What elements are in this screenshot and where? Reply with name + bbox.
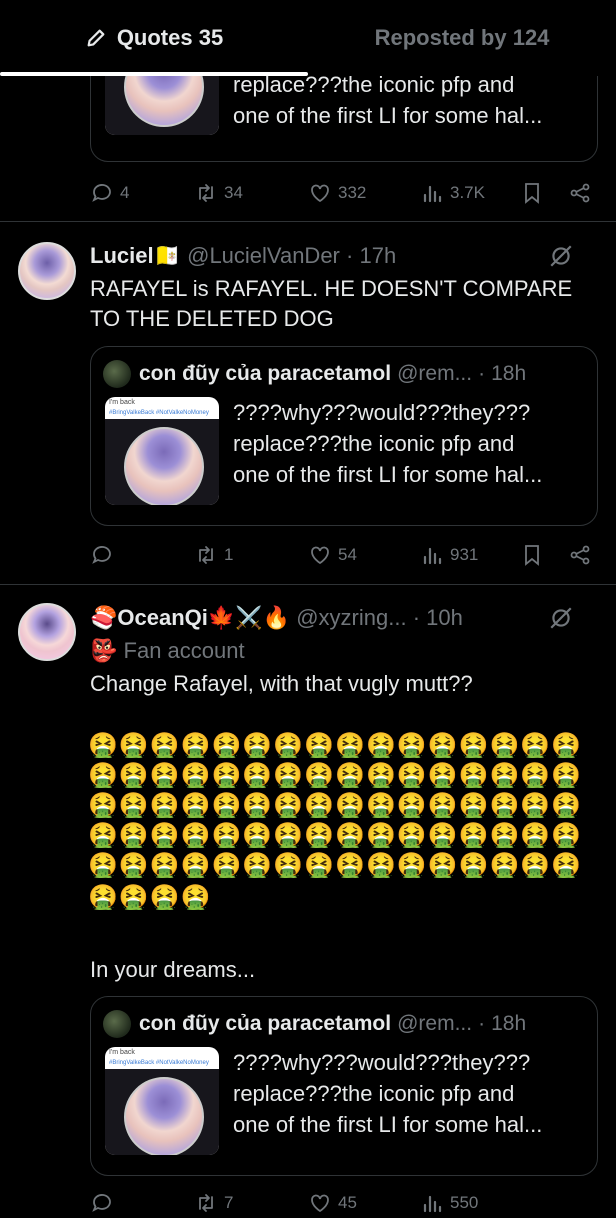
grok-icon[interactable] <box>548 243 574 269</box>
timestamp[interactable]: 17h <box>359 243 396 268</box>
bookmark-icon <box>525 545 539 566</box>
tab-reposted-label: Reposted by 124 <box>374 25 550 50</box>
mask-icon: 👺 <box>90 638 118 663</box>
tab-reposted-by[interactable]: Reposted by 124 <box>308 0 616 76</box>
like-button[interactable]: 54 <box>308 540 357 570</box>
reply-icon <box>92 546 111 564</box>
share-button[interactable] <box>568 178 598 208</box>
quoted-avatar <box>103 1010 131 1038</box>
tweet-actions: 4 34 332 3.7K <box>90 178 600 208</box>
repost-button[interactable]: 34 <box>194 178 243 208</box>
tab-quotes[interactable]: Quotes 35 <box>0 0 308 76</box>
quoted-tweet-card[interactable]: con đũy của paracetamol @rem... · 18h I'… <box>90 346 598 526</box>
views-button[interactable]: 931 <box>420 540 478 570</box>
timestamp[interactable]: 10h <box>426 605 463 630</box>
reply-button[interactable] <box>90 540 120 570</box>
repost-button[interactable]: 1 <box>194 540 233 570</box>
active-tab-indicator <box>0 72 308 76</box>
divider <box>0 584 616 585</box>
avatar[interactable] <box>18 242 76 300</box>
bookmark-icon <box>525 183 539 204</box>
bookmark-button[interactable] <box>520 178 550 208</box>
reply-icon <box>92 184 111 202</box>
views-button[interactable]: 3.7K <box>420 178 485 208</box>
reply-button[interactable]: 4 <box>90 178 129 208</box>
handle[interactable]: @LucielVanDer <box>187 243 340 268</box>
tweet-header: 🍣OceanQi🍁⚔️🔥 @xyzring... · 10h <box>90 605 463 630</box>
share-icon <box>570 183 590 203</box>
tweet-header: Luciel🇻🇦 @LucielVanDer · 17h <box>90 243 397 268</box>
avatar[interactable] <box>18 603 76 661</box>
share-icon <box>570 545 590 565</box>
grok-icon[interactable] <box>548 605 574 631</box>
display-name[interactable]: OceanQi <box>117 605 207 630</box>
tweet-actions: 1 54 931 <box>90 540 600 570</box>
like-button[interactable]: 332 <box>308 178 366 208</box>
account-label: 👺 Fan account <box>90 638 245 663</box>
divider <box>0 221 616 222</box>
heart-icon <box>311 546 329 565</box>
quoted-tweet-text: replace???the iconic pfp and one of the … <box>233 72 543 128</box>
share-button[interactable] <box>568 540 598 570</box>
tab-bar: Quotes 35 Reposted by 124 <box>0 0 616 76</box>
bookmark-button[interactable] <box>520 540 550 570</box>
quoted-tweet-text: ????why???would???they??? replace???the … <box>233 400 543 487</box>
views-icon <box>423 185 442 203</box>
quoted-tweet-image: I'm back #BringValkeBack #NotValkeNoMone… <box>105 1047 219 1155</box>
views-icon <box>423 547 442 565</box>
repost-button[interactable]: 7 <box>194 1188 233 1218</box>
quoted-avatar <box>103 360 131 388</box>
quoted-tweet-header: con đũy của paracetamol @rem... · 18h <box>103 1009 583 1039</box>
repost-icon <box>199 546 213 564</box>
pencil-icon <box>87 29 105 47</box>
views-button[interactable]: 550 <box>420 1188 478 1218</box>
tweet-text: In your dreams... <box>90 957 256 982</box>
views-icon <box>423 1195 442 1213</box>
repost-icon <box>199 184 213 202</box>
tweet-text: RAFAYEL is RAFAYEL. HE DOESN'T COMPARE T… <box>90 276 573 331</box>
quoted-tweet-card[interactable]: con đũy của paracetamol @rem... · 18h I'… <box>90 996 598 1176</box>
quoted-tweet-text: ????why???would???they??? replace???the … <box>233 1050 543 1137</box>
handle[interactable]: @xyzring... <box>296 605 406 630</box>
quoted-tweet-header: con đũy của paracetamol @rem... · 18h <box>103 359 583 389</box>
like-button[interactable]: 45 <box>308 1188 357 1218</box>
quoted-tweet-image: I'm back #BringValkeBack #NotValkeNoMone… <box>105 397 219 505</box>
reply-icon <box>92 1194 111 1212</box>
reply-button[interactable] <box>90 1188 120 1218</box>
heart-icon <box>311 184 329 203</box>
display-name[interactable]: Luciel <box>90 243 154 268</box>
repost-icon <box>199 1194 213 1212</box>
heart-icon <box>311 1194 329 1213</box>
tweet-text: Change Rafayel, with that vugly mutt?? <box>90 671 473 696</box>
flag-badge: 🇻🇦 <box>153 243 181 268</box>
tweet-actions: 7 45 550 <box>90 1188 600 1218</box>
tab-quotes-label: Quotes 35 <box>116 25 224 50</box>
